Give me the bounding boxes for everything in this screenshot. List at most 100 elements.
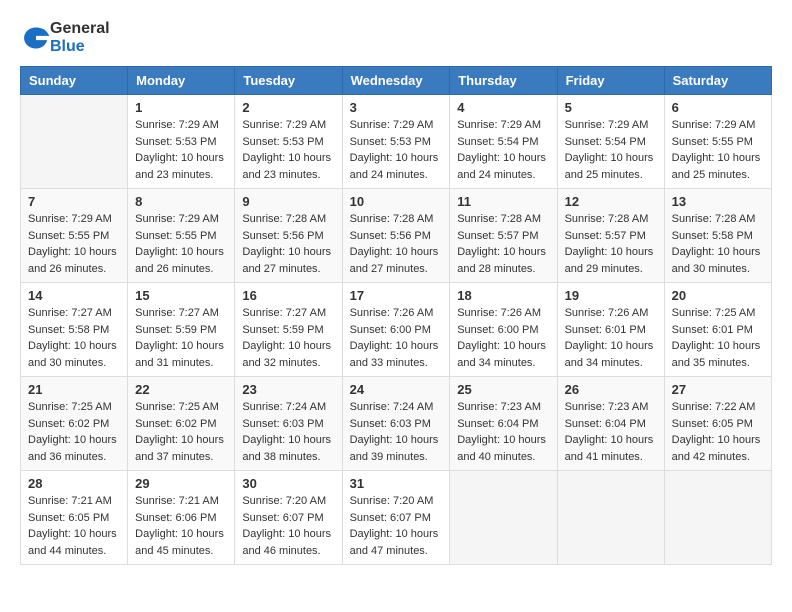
sunrise-text: Sunrise: 7:29 AM — [242, 117, 334, 134]
calendar-cell: 22Sunrise: 7:25 AMSunset: 6:02 PMDayligh… — [128, 377, 235, 471]
daylight-text: Daylight: 10 hours and 24 minutes. — [350, 150, 443, 183]
day-info: Sunrise: 7:29 AMSunset: 5:54 PMDaylight:… — [565, 117, 657, 183]
sunset-text: Sunset: 6:00 PM — [350, 322, 443, 339]
sunrise-text: Sunrise: 7:20 AM — [242, 493, 334, 510]
sunrise-text: Sunrise: 7:26 AM — [565, 305, 657, 322]
sunrise-text: Sunrise: 7:28 AM — [242, 211, 334, 228]
sunset-text: Sunset: 6:00 PM — [457, 322, 549, 339]
calendar-cell: 23Sunrise: 7:24 AMSunset: 6:03 PMDayligh… — [235, 377, 342, 471]
day-number: 17 — [350, 288, 443, 303]
daylight-text: Daylight: 10 hours and 23 minutes. — [242, 150, 334, 183]
daylight-text: Daylight: 10 hours and 47 minutes. — [350, 526, 443, 559]
sunrise-text: Sunrise: 7:29 AM — [350, 117, 443, 134]
day-number: 8 — [135, 194, 227, 209]
sunrise-text: Sunrise: 7:29 AM — [457, 117, 549, 134]
day-info: Sunrise: 7:28 AMSunset: 5:57 PMDaylight:… — [565, 211, 657, 277]
calendar-cell: 30Sunrise: 7:20 AMSunset: 6:07 PMDayligh… — [235, 471, 342, 565]
day-number: 13 — [672, 194, 764, 209]
calendar-header-tuesday: Tuesday — [235, 67, 342, 95]
sunset-text: Sunset: 6:01 PM — [565, 322, 657, 339]
daylight-text: Daylight: 10 hours and 28 minutes. — [457, 244, 549, 277]
day-info: Sunrise: 7:27 AMSunset: 5:58 PMDaylight:… — [28, 305, 120, 371]
calendar-cell: 14Sunrise: 7:27 AMSunset: 5:58 PMDayligh… — [21, 283, 128, 377]
daylight-text: Daylight: 10 hours and 33 minutes. — [350, 338, 443, 371]
day-number: 2 — [242, 100, 334, 115]
daylight-text: Daylight: 10 hours and 30 minutes. — [672, 244, 764, 277]
calendar-cell: 26Sunrise: 7:23 AMSunset: 6:04 PMDayligh… — [557, 377, 664, 471]
day-info: Sunrise: 7:26 AMSunset: 6:00 PMDaylight:… — [350, 305, 443, 371]
day-number: 10 — [350, 194, 443, 209]
sunset-text: Sunset: 6:03 PM — [350, 416, 443, 433]
day-info: Sunrise: 7:25 AMSunset: 6:02 PMDaylight:… — [28, 399, 120, 465]
calendar-cell: 24 Sunrise: 7:24 AMSunset: 6:03 PMDayligh… — [342, 377, 450, 471]
sunset-text: Sunset: 6:01 PM — [672, 322, 764, 339]
sunrise-text: Sunrise: 7:24 AM — [350, 399, 443, 416]
day-info: Sunrise: 7:28 AMSunset: 5:56 PMDaylight:… — [242, 211, 334, 277]
calendar-header-sunday: Sunday — [21, 67, 128, 95]
sunset-text: Sunset: 6:02 PM — [135, 416, 227, 433]
calendar-header-thursday: Thursday — [450, 67, 557, 95]
daylight-text: Daylight: 10 hours and 40 minutes. — [457, 432, 549, 465]
sunset-text: Sunset: 5:59 PM — [242, 322, 334, 339]
sunset-text: Sunset: 5:53 PM — [135, 134, 227, 151]
sunset-text: Sunset: 5:56 PM — [350, 228, 443, 245]
sunrise-text: Sunrise: 7:20 AM — [350, 493, 443, 510]
sunrise-text: Sunrise: 7:25 AM — [672, 305, 764, 322]
sunrise-text: Sunrise: 7:27 AM — [28, 305, 120, 322]
day-number: 31 — [350, 476, 443, 491]
day-info: Sunrise: 7:21 AMSunset: 6:05 PMDaylight:… — [28, 493, 120, 559]
calendar-cell: 9Sunrise: 7:28 AMSunset: 5:56 PMDaylight… — [235, 189, 342, 283]
calendar-cell: 4Sunrise: 7:29 AMSunset: 5:54 PMDaylight… — [450, 95, 557, 189]
sunrise-text: Sunrise: 7:24 AM — [242, 399, 334, 416]
day-number: 24 — [350, 382, 443, 397]
calendar-cell — [450, 471, 557, 565]
sunset-text: Sunset: 6:04 PM — [565, 416, 657, 433]
sunset-text: Sunset: 6:05 PM — [28, 510, 120, 527]
logo-icon — [22, 24, 50, 52]
day-number: 22 — [135, 382, 227, 397]
day-info: Sunrise: 7:27 AMSunset: 5:59 PMDaylight:… — [242, 305, 334, 371]
calendar-header-monday: Monday — [128, 67, 235, 95]
sunrise-text: Sunrise: 7:26 AM — [350, 305, 443, 322]
sunrise-text: Sunrise: 7:29 AM — [565, 117, 657, 134]
day-info: Sunrise: 7:28 AMSunset: 5:58 PMDaylight:… — [672, 211, 764, 277]
daylight-text: Daylight: 10 hours and 27 minutes. — [350, 244, 443, 277]
daylight-text: Daylight: 10 hours and 23 minutes. — [135, 150, 227, 183]
day-number: 18 — [457, 288, 549, 303]
sunset-text: Sunset: 6:06 PM — [135, 510, 227, 527]
day-info: Sunrise: 7:21 AMSunset: 6:06 PMDaylight:… — [135, 493, 227, 559]
sunset-text: Sunset: 5:59 PM — [135, 322, 227, 339]
daylight-text: Daylight: 10 hours and 25 minutes. — [565, 150, 657, 183]
daylight-text: Daylight: 10 hours and 29 minutes. — [565, 244, 657, 277]
day-number: 7 — [28, 194, 120, 209]
calendar-week-row: 14Sunrise: 7:27 AMSunset: 5:58 PMDayligh… — [21, 283, 772, 377]
day-info: Sunrise: 7:29 AMSunset: 5:55 PMDaylight:… — [28, 211, 120, 277]
daylight-text: Daylight: 10 hours and 30 minutes. — [28, 338, 120, 371]
day-info: Sunrise: 7:20 AMSunset: 6:07 PMDaylight:… — [350, 493, 443, 559]
sunrise-text: Sunrise: 7:21 AM — [28, 493, 120, 510]
calendar-cell: 16Sunrise: 7:27 AMSunset: 5:59 PMDayligh… — [235, 283, 342, 377]
logo-blue-text: Blue — [50, 38, 85, 55]
sunrise-text: Sunrise: 7:22 AM — [672, 399, 764, 416]
sunset-text: Sunset: 6:07 PM — [242, 510, 334, 527]
calendar-header-saturday: Saturday — [664, 67, 771, 95]
calendar-week-row: 1Sunrise: 7:29 AMSunset: 5:53 PMDaylight… — [21, 95, 772, 189]
daylight-text: Daylight: 10 hours and 46 minutes. — [242, 526, 334, 559]
day-number: 28 — [28, 476, 120, 491]
sunrise-text: Sunrise: 7:27 AM — [135, 305, 227, 322]
daylight-text: Daylight: 10 hours and 39 minutes. — [350, 432, 443, 465]
day-number: 19 — [565, 288, 657, 303]
calendar-cell: 17 Sunrise: 7:26 AMSunset: 6:00 PMDayligh… — [342, 283, 450, 377]
calendar-cell: 1Sunrise: 7:29 AMSunset: 5:53 PMDaylight… — [128, 95, 235, 189]
day-number: 23 — [242, 382, 334, 397]
sunset-text: Sunset: 6:07 PM — [350, 510, 443, 527]
sunset-text: Sunset: 5:57 PM — [457, 228, 549, 245]
daylight-text: Daylight: 10 hours and 32 minutes. — [242, 338, 334, 371]
sunrise-text: Sunrise: 7:23 AM — [565, 399, 657, 416]
logo: General Blue — [20, 20, 110, 56]
calendar-cell: 10 Sunrise: 7:28 AMSunset: 5:56 PMDayligh… — [342, 189, 450, 283]
sunrise-text: Sunrise: 7:29 AM — [28, 211, 120, 228]
sunset-text: Sunset: 5:54 PM — [457, 134, 549, 151]
sunrise-text: Sunrise: 7:28 AM — [350, 211, 443, 228]
daylight-text: Daylight: 10 hours and 42 minutes. — [672, 432, 764, 465]
